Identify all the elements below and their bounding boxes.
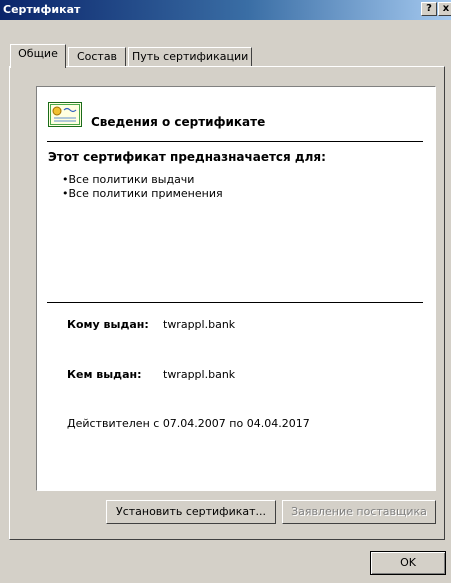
tab-general[interactable]: Общие [10, 44, 66, 68]
issuer-statement-button[interactable]: Заявление поставщика [282, 500, 436, 524]
close-icon: x [442, 3, 450, 14]
title-bar: Сертификат ? x [0, 0, 451, 20]
issued-by-label: Кем выдан: [67, 368, 142, 381]
tab-certification-path[interactable]: Путь сертификации [128, 47, 252, 66]
ok-button[interactable]: OK [370, 551, 446, 575]
heading-separator [47, 141, 423, 142]
certificate-info-box: Сведения о сертификате Этот сертификат п… [36, 86, 436, 491]
tab-details[interactable]: Состав [68, 47, 126, 66]
purpose-list: •Все политики выдачи •Все политики приме… [62, 173, 223, 201]
valid-from-date: 07.04.2007 [162, 417, 226, 430]
validity-period: Действителен с 07.04.2007 по 04.04.2017 [67, 417, 310, 430]
issued-to-label: Кому выдан: [67, 318, 149, 331]
issued-to-value: twrappl.bank [163, 318, 236, 331]
purpose-separator [47, 302, 423, 303]
certificate-icon [48, 102, 82, 127]
install-certificate-button[interactable]: Установить сертификат... [106, 500, 276, 524]
close-button[interactable]: x [438, 2, 451, 16]
valid-from-label: Действителен с [67, 417, 160, 430]
list-item: •Все политики применения [62, 187, 223, 200]
valid-to-label: по [229, 417, 244, 430]
window-title: Сертификат [3, 3, 81, 16]
issued-by-value: twrappl.bank [163, 368, 236, 381]
list-item: •Все политики выдачи [62, 173, 195, 186]
valid-to-date: 04.04.2017 [246, 417, 310, 430]
certificate-info-heading: Сведения о сертификате [91, 115, 266, 129]
help-button[interactable]: ? [421, 2, 437, 16]
help-icon: ? [426, 3, 432, 14]
purpose-label: Этот сертификат предназначается для: [48, 150, 326, 164]
